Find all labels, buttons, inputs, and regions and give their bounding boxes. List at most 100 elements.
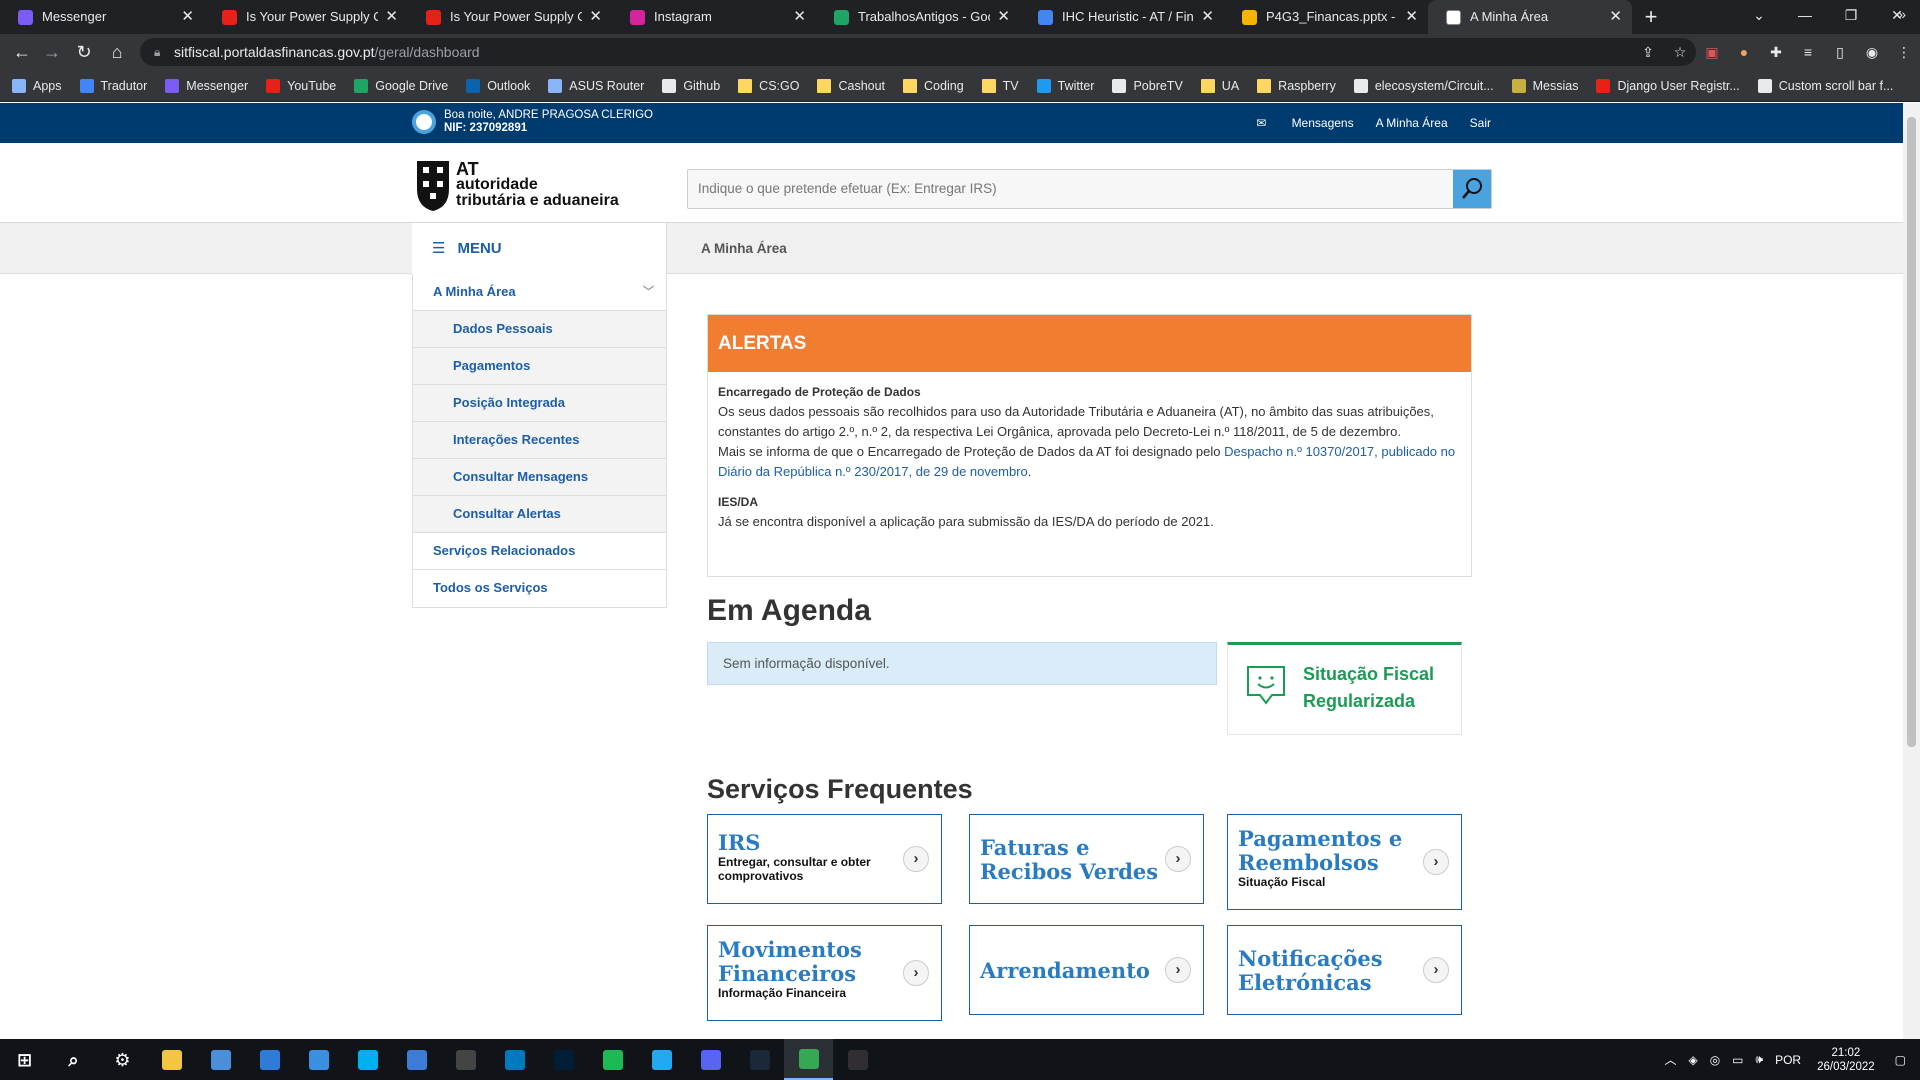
bookmark-star-icon[interactable]: ☆ — [1664, 40, 1696, 64]
media-control-icon[interactable]: ≡ — [1792, 40, 1824, 64]
browser-tab[interactable]: Is Your Power Supply O ✕ — [204, 0, 408, 34]
taskbar-app[interactable] — [441, 1039, 490, 1080]
tab-search-icon[interactable]: ⌄ — [1736, 0, 1782, 30]
new-tab-button[interactable]: + — [1632, 0, 1670, 34]
bookmark-item[interactable]: UA — [1200, 78, 1239, 93]
side-panel-icon[interactable]: ▯ — [1824, 40, 1856, 64]
chevron-right-icon[interactable]: › — [1423, 849, 1449, 875]
taskbar-app[interactable] — [735, 1039, 784, 1080]
bookmark-item[interactable]: Custom scroll bar f... — [1757, 78, 1893, 93]
bookmark-item[interactable]: Google Drive — [354, 78, 448, 93]
chevron-right-icon[interactable]: › — [903, 846, 929, 872]
bookmark-item[interactable]: Cashout — [817, 78, 885, 93]
browser-tab[interactable]: TrabalhosAntigos - Google ✕ — [816, 0, 1020, 34]
tab-close-icon[interactable]: ✕ — [385, 0, 398, 34]
reload-button[interactable]: ↻ — [72, 40, 96, 64]
browser-tab[interactable]: A Minha Área ✕ — [1428, 0, 1632, 34]
sidebar-item[interactable]: Serviços Relacionados — [413, 533, 666, 570]
notifications-icon[interactable]: ▢ — [1895, 1053, 1906, 1067]
bookmark-item[interactable]: CS:GO — [738, 78, 799, 93]
bookmark-item[interactable]: Apps — [12, 78, 62, 93]
sidebar-item[interactable]: Interações Recentes — [413, 422, 666, 459]
taskbar-app[interactable] — [490, 1039, 539, 1080]
bookmark-item[interactable]: Twitter — [1036, 78, 1094, 93]
bookmark-item[interactable]: PobreTV — [1112, 78, 1183, 93]
back-button[interactable]: ← — [10, 40, 34, 64]
sidebar-item[interactable]: Consultar Alertas — [413, 496, 666, 533]
taskbar-app[interactable]: ⚙ — [98, 1039, 147, 1080]
tray-discord-icon[interactable]: ◈ — [1688, 1053, 1697, 1067]
tab-close-icon[interactable]: ✕ — [1201, 0, 1214, 34]
bookmark-item[interactable]: TV — [981, 78, 1019, 93]
chevron-down-icon[interactable]: ﹀ — [643, 274, 654, 310]
sidebar-item[interactable]: Pagamentos — [413, 348, 666, 385]
taskbar-app[interactable] — [833, 1039, 882, 1080]
bookmarks-overflow-icon[interactable]: » — [1898, 6, 1906, 22]
taskbar-app[interactable] — [245, 1039, 294, 1080]
tab-close-icon[interactable]: ✕ — [1609, 0, 1622, 34]
extensions-puzzle-icon[interactable]: ✚ — [1760, 40, 1792, 64]
taskbar-app[interactable] — [784, 1039, 833, 1080]
tray-chevron-icon[interactable]: ︿ — [1664, 1051, 1676, 1068]
service-card[interactable]: IRS Entregar, consultar e obter comprovati… — [707, 814, 942, 904]
browser-tab[interactable]: IHC Heuristic - AT / Financ ✕ — [1020, 0, 1224, 34]
sidebar-item[interactable]: Todos os Serviços — [413, 570, 666, 607]
clock[interactable]: 21:02 26/03/2022 — [1817, 1046, 1875, 1074]
tab-close-icon[interactable]: ✕ — [181, 0, 194, 34]
close-window-button[interactable]: ✕ — [1874, 0, 1920, 30]
sidebar-item[interactable]: A Minha Área ﹀ — [413, 274, 666, 311]
sidebar-item[interactable]: Dados Pessoais — [413, 311, 666, 348]
menu-toggle-button[interactable]: ☰ MENU — [412, 223, 667, 274]
chrome-menu-icon[interactable]: ⋮ — [1888, 40, 1920, 64]
messages-link[interactable]: ✉ Mensagens — [1256, 103, 1353, 143]
logout-link[interactable]: Sair — [1470, 103, 1491, 143]
taskbar-app[interactable] — [343, 1039, 392, 1080]
home-button[interactable]: ⌂ — [105, 40, 129, 64]
sidebar-item[interactable]: Posição Integrada — [413, 385, 666, 422]
minimize-button[interactable]: — — [1782, 0, 1828, 30]
restore-button[interactable]: ❐ — [1828, 0, 1874, 30]
service-card[interactable]: Arrendamento › — [969, 925, 1204, 1015]
at-logo[interactable]: AT autoridade tributária e aduaneira — [414, 157, 619, 213]
service-card[interactable]: Pagamentos e Reembolsos Situação Fiscal › — [1227, 814, 1462, 910]
page-scrollbar[interactable] — [1903, 103, 1920, 1039]
tab-close-icon[interactable]: ✕ — [793, 0, 806, 34]
forward-button[interactable]: → — [40, 40, 64, 64]
volume-icon[interactable]: 🕪︎ — [1756, 1052, 1764, 1067]
bookmark-item[interactable]: ASUS Router — [548, 78, 644, 93]
fiscal-status-card[interactable]: Situação Fiscal Regularizada — [1227, 642, 1462, 735]
profile-avatar[interactable]: ◉ — [1856, 40, 1888, 64]
chevron-right-icon[interactable]: › — [1423, 957, 1449, 983]
taskbar-app[interactable] — [539, 1039, 588, 1080]
tab-close-icon[interactable]: ✕ — [1405, 0, 1418, 34]
address-bar[interactable]: 🔒︎ sitfiscal.portaldasfinancas.gov.pt/ge… — [140, 38, 1696, 66]
extension-orange-icon[interactable]: ● — [1728, 40, 1760, 64]
bookmark-item[interactable]: Messias — [1511, 78, 1578, 93]
service-card[interactable]: Movimentos Financeiros Informação Financei… — [707, 925, 942, 1021]
taskbar-app[interactable] — [196, 1039, 245, 1080]
bookmark-item[interactable]: Messenger — [165, 78, 248, 93]
chevron-right-icon[interactable]: › — [903, 960, 929, 986]
site-search-input[interactable]: Indique o que pretende efetuar (Ex: Entr… — [687, 169, 1492, 209]
network-icon[interactable]: ▭ — [1732, 1053, 1743, 1067]
tab-close-icon[interactable]: ✕ — [997, 0, 1010, 34]
my-area-link[interactable]: A Minha Área — [1376, 103, 1448, 143]
browser-tab[interactable]: Instagram ✕ — [612, 0, 816, 34]
taskbar-app[interactable] — [392, 1039, 441, 1080]
tab-close-icon[interactable]: ✕ — [589, 0, 602, 34]
chevron-right-icon[interactable]: › — [1165, 957, 1191, 983]
taskbar-app[interactable]: ⌕ — [49, 1039, 98, 1080]
taskbar-app[interactable]: ⊞ — [0, 1039, 49, 1080]
bookmark-item[interactable]: YouTube — [266, 78, 336, 93]
language-indicator[interactable]: POR — [1775, 1053, 1801, 1067]
lock-icon[interactable]: 🔒︎ — [154, 38, 160, 66]
bookmark-item[interactable]: Github — [662, 78, 720, 93]
scrollbar-thumb[interactable] — [1907, 117, 1916, 747]
chevron-right-icon[interactable]: › — [1165, 846, 1191, 872]
taskbar-app[interactable] — [294, 1039, 343, 1080]
bookmark-item[interactable]: elecosystem/Circuit... — [1353, 78, 1494, 93]
bookmark-item[interactable]: Coding — [903, 78, 964, 93]
bookmark-item[interactable]: Outlook — [466, 78, 530, 93]
share-icon[interactable]: ⇪ — [1632, 40, 1664, 64]
browser-tab[interactable]: Is Your Power Supply Obsc ✕ — [408, 0, 612, 34]
